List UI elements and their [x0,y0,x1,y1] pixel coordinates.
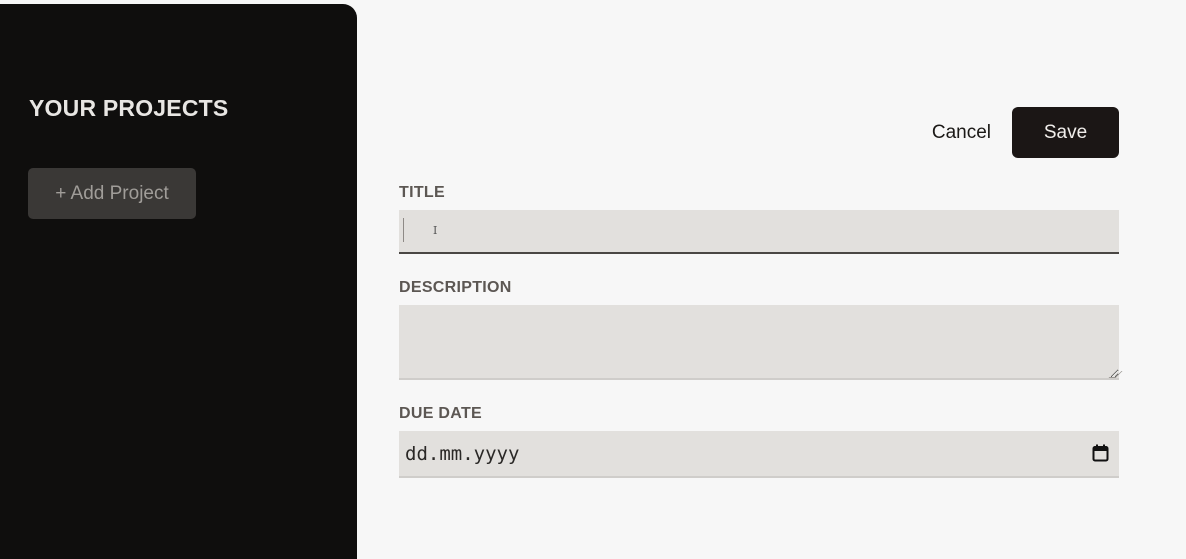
title-input[interactable] [399,210,1119,254]
cancel-button[interactable]: Cancel [932,122,991,144]
sidebar-title: YOUR PROJECTS [29,95,229,121]
sidebar: YOUR PROJECTS + Add Project [0,4,357,559]
calendar-icon[interactable] [1092,444,1109,462]
title-label: TITLE [399,184,445,201]
due-date-label: DUE DATE [399,405,482,422]
due-date-placeholder: dd.mm.yyyy [405,442,520,465]
due-date-input[interactable]: dd.mm.yyyy [399,431,1119,478]
description-textarea[interactable] [399,305,1119,380]
text-caret [403,218,404,242]
description-label: DESCRIPTION [399,279,512,296]
add-project-button[interactable]: + Add Project [28,168,196,219]
save-button[interactable]: Save [1012,107,1119,158]
ibeam-icon: I [433,224,438,237]
main-content: Cancel Save TITLE I DESCRIPTION DUE DATE… [357,0,1186,559]
form-toolbar: Cancel Save [932,107,1119,158]
